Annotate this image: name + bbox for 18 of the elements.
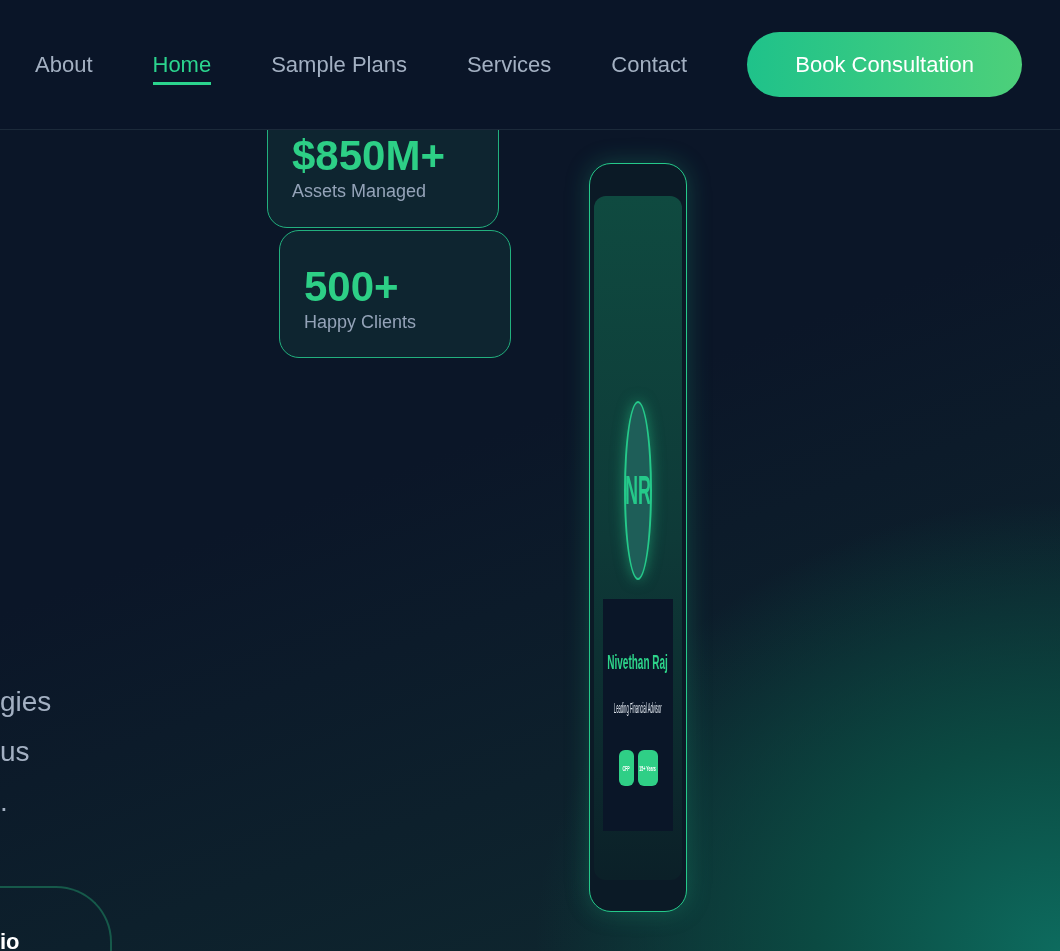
nav-link[interactable]: About — [35, 51, 93, 85]
hero-text: gies — [0, 685, 53, 719]
stat-value: 500+ — [304, 264, 400, 310]
profile-badge: CFP — [618, 750, 634, 786]
hero-text: . — [0, 785, 9, 819]
stat-label: Assets Managed — [292, 181, 428, 202]
profile-name: Nivethan Raj — [607, 651, 669, 674]
stat-value: $850M+ — [292, 133, 446, 179]
nav-link[interactable]: Contact — [611, 51, 688, 85]
nav-link[interactable]: Sample Plans — [271, 51, 407, 85]
profile-badge: 15+ Years — [637, 750, 658, 786]
nav-link[interactable]: Home — [152, 51, 212, 85]
stat-label: Happy Clients — [304, 312, 418, 333]
profile-title: Leading Financial Advisor — [614, 700, 662, 716]
hero-text: us — [0, 735, 31, 769]
avatar-initials: NR — [626, 468, 650, 513]
nav-link[interactable]: Services — [466, 51, 552, 85]
outline-button[interactable]: io — [0, 886, 112, 951]
